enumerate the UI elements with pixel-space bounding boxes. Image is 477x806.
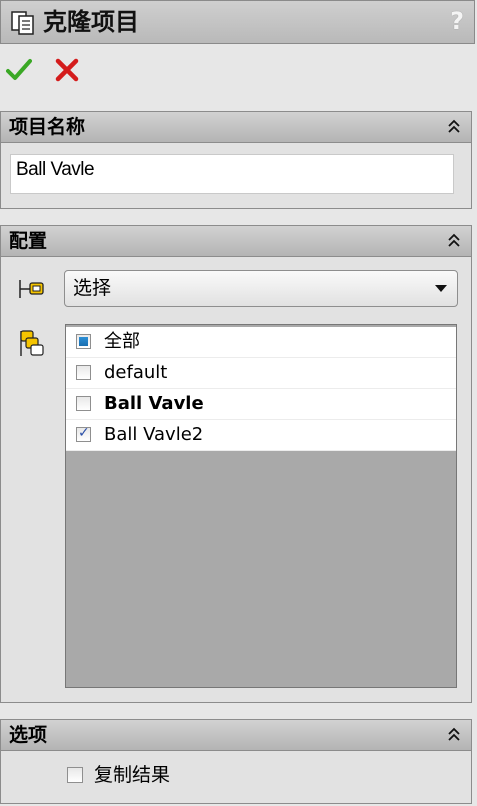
list-item[interactable]: Ball Vavle2 <box>66 420 456 451</box>
list-item-label: Ball Vavle <box>104 393 204 414</box>
options-header: 选项 <box>1 720 471 751</box>
project-name-group: 项目名称 Ball Vavle <box>0 111 472 209</box>
list-item[interactable]: 全部 <box>66 327 456 358</box>
checkbox-ball-vavle2[interactable] <box>76 425 91 442</box>
configuration-list[interactable]: 全部 default Ball Vavle Ball Vavle2 <box>65 324 457 688</box>
options-group: 选项 复制结果 <box>0 719 472 804</box>
options-label: 选项 <box>9 724 48 746</box>
project-name-header: 项目名称 <box>1 112 471 143</box>
list-item-label: 全部 <box>104 331 140 352</box>
project-name-label: 项目名称 <box>9 116 86 138</box>
checkbox-ball-vavle[interactable] <box>76 396 91 411</box>
chevron-up-icon[interactable] <box>445 117 463 137</box>
multiple-configurations-icon <box>20 330 44 356</box>
list-item[interactable]: default <box>66 358 456 389</box>
project-name-input[interactable]: Ball Vavle <box>10 154 454 194</box>
chevron-up-icon[interactable] <box>445 231 463 251</box>
dropdown-arrow-icon <box>435 285 447 292</box>
configuration-tree-icon <box>19 280 44 298</box>
clone-document-icon <box>11 11 34 35</box>
cancel-button[interactable] <box>54 58 80 82</box>
help-button[interactable]: ? <box>450 7 464 35</box>
configuration-select-value: 选择 <box>73 277 112 299</box>
title-bar: 克隆项目 ? <box>0 0 475 44</box>
list-item[interactable]: Ball Vavle <box>66 389 456 420</box>
checkbox-default[interactable] <box>76 365 91 380</box>
configuration-label: 配置 <box>9 230 48 252</box>
window-title: 克隆项目 <box>43 8 139 36</box>
configuration-header: 配置 <box>1 226 471 257</box>
configuration-select[interactable]: 选择 <box>64 270 458 307</box>
list-item-label: Ball Vavle2 <box>104 424 204 445</box>
ok-button[interactable] <box>6 58 32 82</box>
list-item-label: default <box>104 362 168 383</box>
checkbox-all[interactable] <box>76 334 91 349</box>
copy-result-label: 复制结果 <box>94 764 171 786</box>
configuration-group: 配置 选择 全部 default Ball Vavle ✓ Ball Vavle… <box>0 225 472 703</box>
chevron-up-icon[interactable] <box>445 725 463 745</box>
copy-result-checkbox[interactable] <box>67 767 83 783</box>
